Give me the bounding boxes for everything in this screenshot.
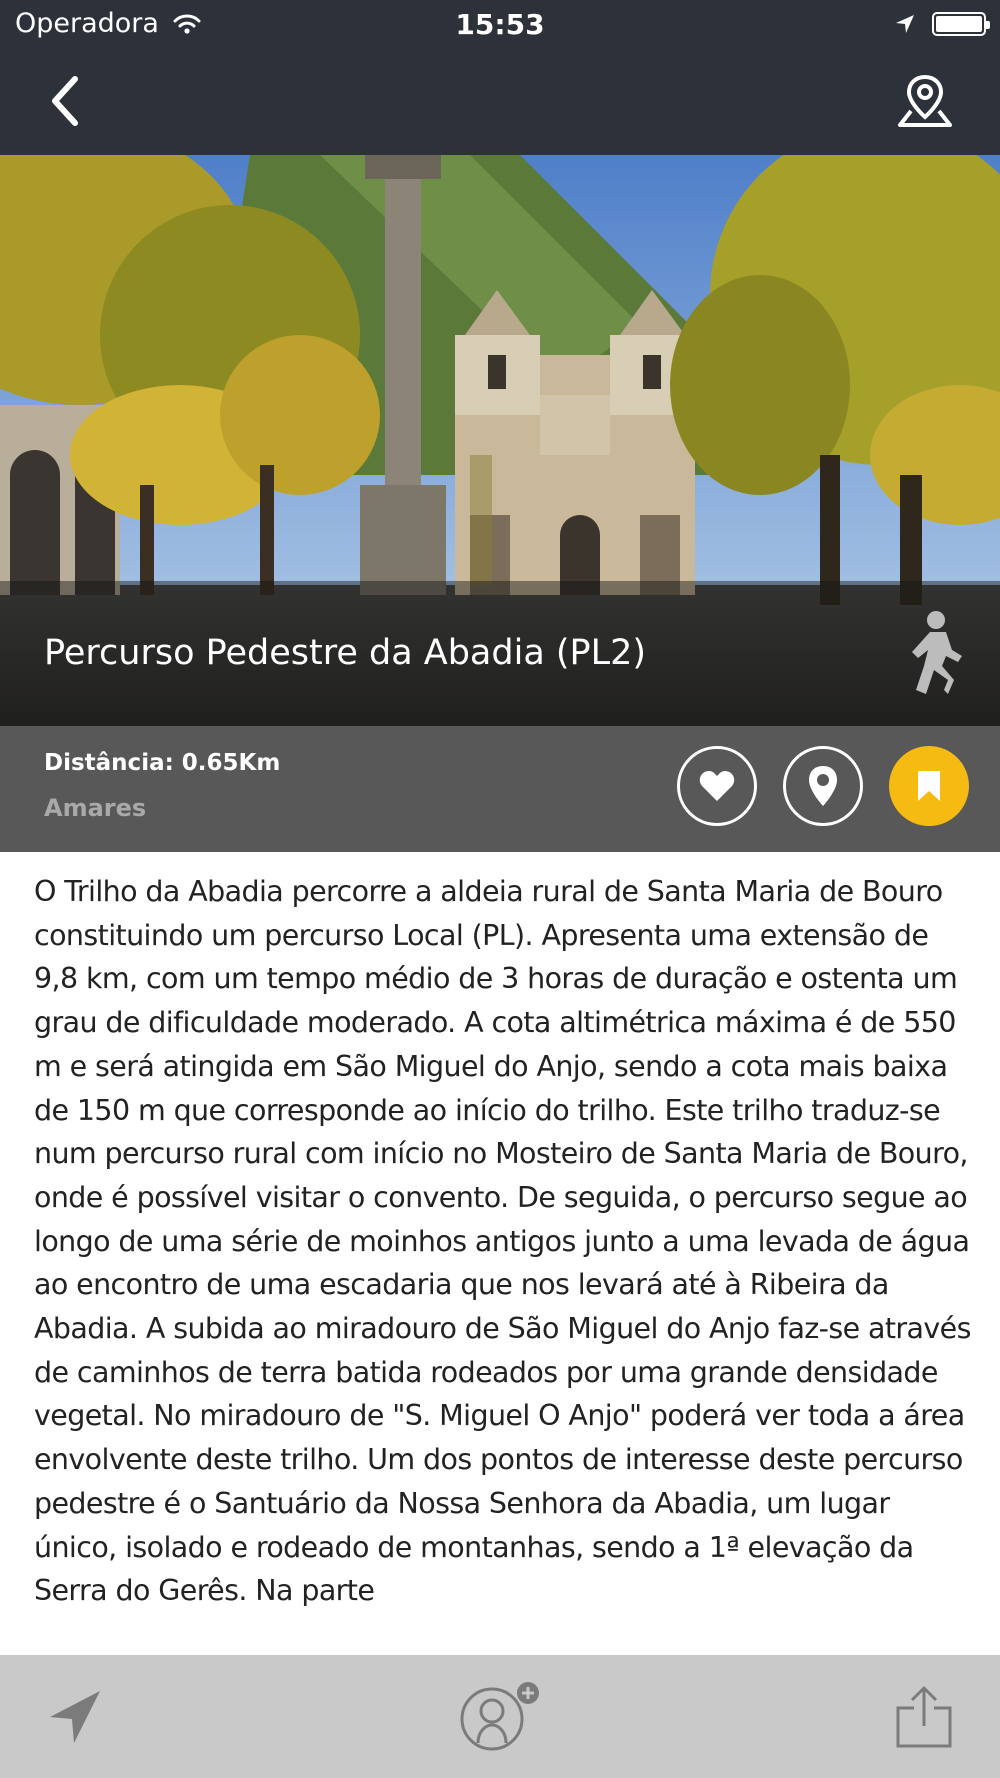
back-button[interactable] <box>30 66 100 136</box>
status-time: 15:53 <box>455 8 545 41</box>
location-arrow-icon <box>896 15 914 33</box>
navigation-arrow-icon <box>50 1691 100 1743</box>
heart-icon <box>699 771 735 801</box>
favorite-button[interactable] <box>677 746 757 826</box>
hero-image: Percurso Pedestre da Abadia (PL2) <box>0 155 1000 726</box>
add-user-icon <box>460 1682 539 1751</box>
battery-fill <box>936 16 982 32</box>
bookmark-icon <box>918 771 940 801</box>
add-user-button[interactable] <box>450 1677 550 1757</box>
status-right <box>894 12 990 36</box>
distance-label: Distância: 0.65Km <box>44 750 281 776</box>
battery-icon <box>932 12 990 36</box>
trail-description: O Trilho da Abadia percorre a aldeia rur… <box>34 875 971 1608</box>
header: Operadora 15:53 <box>0 0 1000 155</box>
share-icon <box>896 1686 952 1748</box>
chevron-left-icon <box>52 76 78 126</box>
bookmark-button[interactable] <box>889 746 969 826</box>
status-bar: Operadora 15:53 <box>0 0 1000 52</box>
municipality-label: Amares <box>44 794 147 822</box>
map-pin-icon <box>898 74 952 127</box>
share-button[interactable] <box>884 1677 964 1757</box>
location-pin-icon <box>809 766 837 806</box>
navigate-button[interactable] <box>34 1677 114 1757</box>
nav-bar <box>0 52 1000 155</box>
trail-title: Percurso Pedestre da Abadia (PL2) <box>44 633 647 673</box>
location-button[interactable] <box>783 746 863 826</box>
walker-icon <box>912 611 962 694</box>
bottom-toolbar <box>0 1655 1000 1778</box>
info-bar: Distância: 0.65Km Amares <box>0 726 1000 852</box>
map-pin-button[interactable] <box>890 66 960 136</box>
